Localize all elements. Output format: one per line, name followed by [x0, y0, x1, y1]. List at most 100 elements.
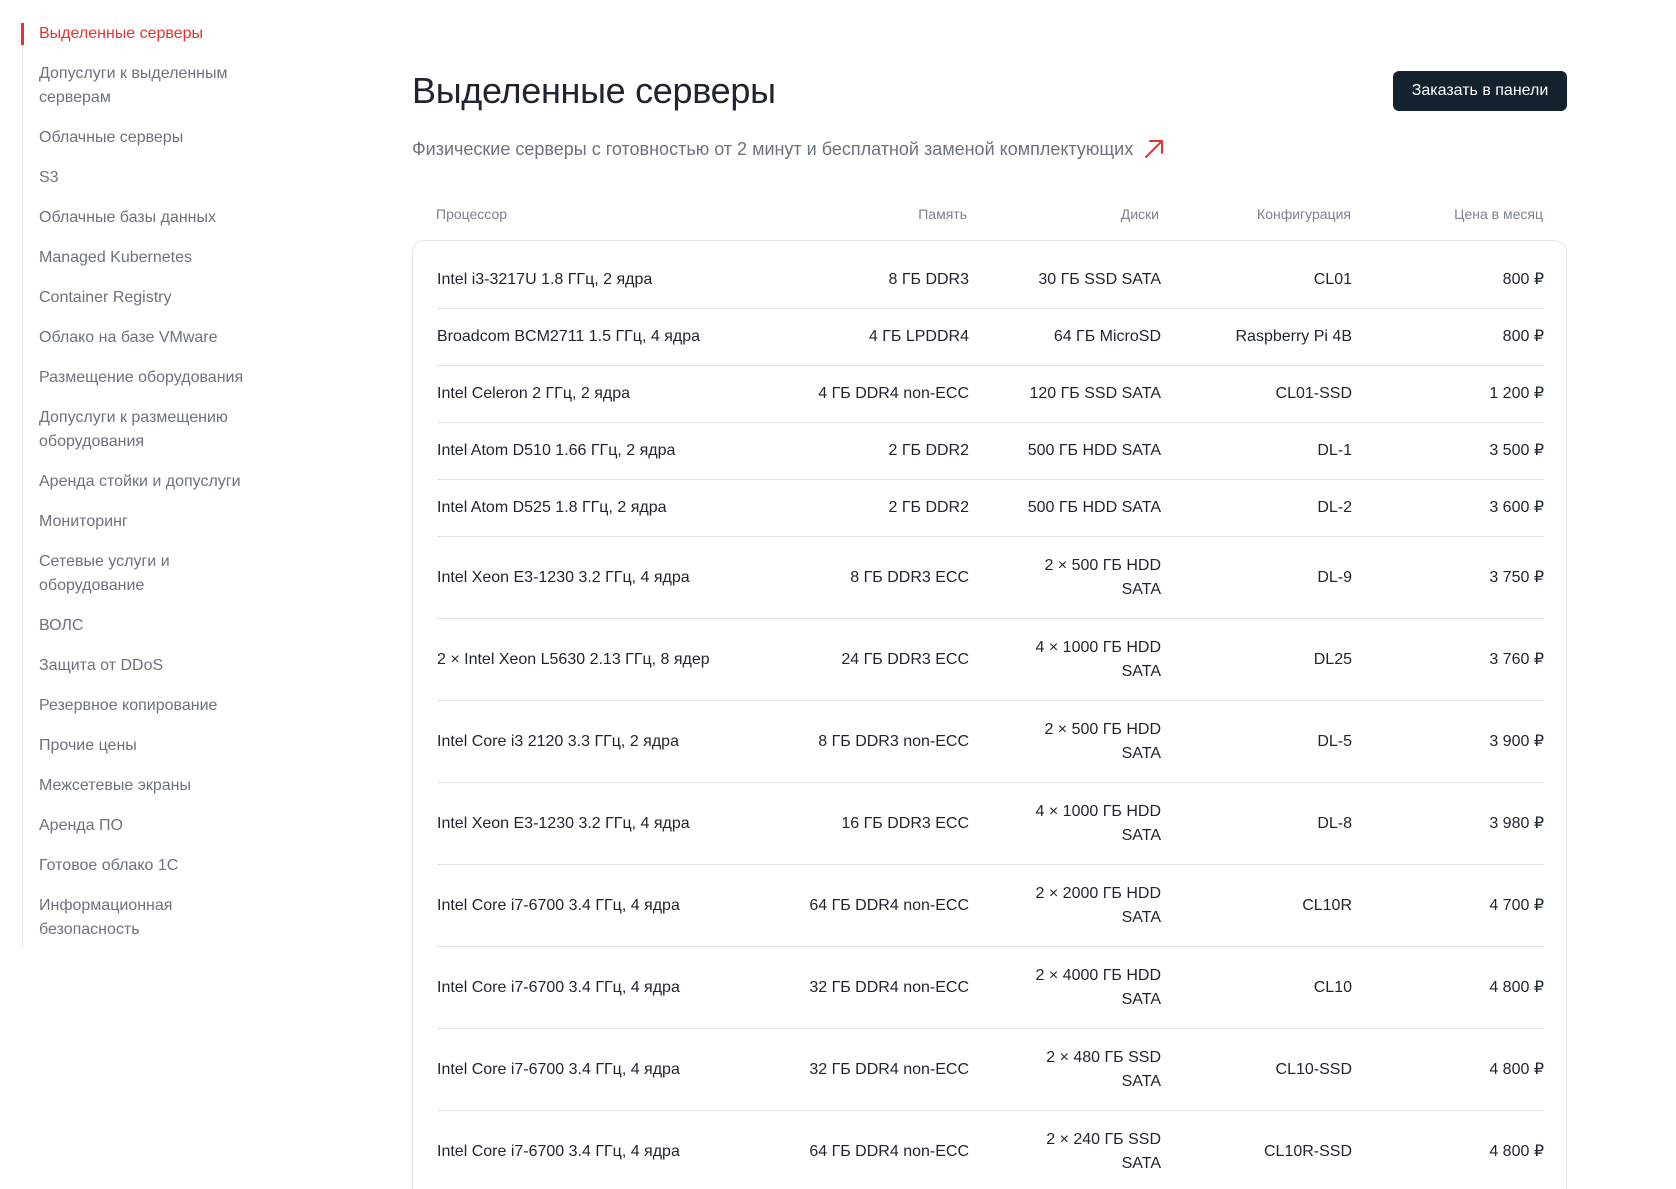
sidebar-item-dedicated-servers[interactable]: Выделенные серверы — [21, 22, 263, 46]
cell-config: CL10R-SSD — [1263, 1142, 1352, 1160]
cell-disks: 2 × 500 ГБ HDD SATA — [1044, 556, 1161, 598]
sidebar-item-monitoring[interactable]: Мониторинг — [23, 510, 263, 534]
table-row[interactable]: Intel Atom D510 1.66 ГГц, 2 ядра 2 ГБ DDR… — [437, 423, 1544, 480]
cell-disks: 2 × 240 ГБ SSD SATA — [1046, 1130, 1161, 1172]
page-title: Выделенные серверы — [412, 70, 776, 111]
cell-disks: 2 × 2000 ГБ HDD SATA — [1035, 884, 1161, 926]
table-header: Процессор Память Диски Конфигурация Цена… — [412, 200, 1567, 228]
cell-cpu: Intel Celeron 2 ГГц, 2 ядра — [437, 385, 631, 402]
cell-cpu: Intel Atom D510 1.66 ГГц, 2 ядра — [437, 442, 676, 459]
column-header-disks: Диски — [1120, 206, 1159, 222]
cell-config: DL-1 — [1317, 442, 1352, 459]
sidebar-item-firewalls[interactable]: Межсетевые экраны — [23, 774, 263, 798]
cell-cpu: Intel i3-3217U 1.8 ГГц, 2 ядра — [437, 271, 653, 288]
cell-price: 3 900 ₽ — [1489, 732, 1544, 750]
cell-cpu: Intel Core i7-6700 3.4 ГГц, 4 ядра — [437, 978, 680, 996]
cell-cpu: Intel Atom D525 1.8 ГГц, 2 ядра — [437, 499, 667, 516]
sidebar-nav: Выделенные серверы Допуслуги к выделенны… — [21, 22, 282, 947]
table-row[interactable]: Intel Celeron 2 ГГц, 2 ядра 4 ГБ DDR4 non… — [437, 366, 1544, 423]
cell-price: 4 800 ₽ — [1489, 1142, 1544, 1160]
cell-cpu: Intel Xeon E3-1230 3.2 ГГц, 4 ядра — [437, 814, 690, 832]
cell-cpu: Intel Core i3 2120 3.3 ГГц, 2 ядра — [437, 732, 679, 750]
column-header-memory: Память — [918, 206, 967, 222]
cell-config: CL01-SSD — [1275, 385, 1352, 402]
cell-disks: 4 × 1000 ГБ HDD SATA — [1035, 802, 1161, 844]
cell-price: 3 750 ₽ — [1489, 568, 1544, 586]
page: Выделенные серверы Допуслуги к выделенны… — [0, 0, 1676, 1189]
sidebar-item-colocation[interactable]: Размещение оборудования — [23, 366, 263, 390]
sidebar-item-other-prices[interactable]: Прочие цены — [23, 734, 263, 758]
table-row[interactable]: 2 × Intel Xeon L5630 2.13 ГГц, 8 ядер 24 … — [437, 619, 1544, 701]
cell-memory: 64 ГБ DDR4 non-ECC — [809, 1142, 969, 1160]
cell-disks: 2 × 4000 ГБ HDD SATA — [1035, 966, 1161, 1008]
sidebar-item-cloud-servers[interactable]: Облачные серверы — [23, 126, 263, 150]
cell-price: 1 200 ₽ — [1489, 385, 1544, 402]
cell-config: DL-5 — [1317, 732, 1352, 750]
cell-price: 3 600 ₽ — [1489, 499, 1544, 516]
cell-disks: 120 ГБ SSD SATA — [1029, 385, 1161, 402]
cell-memory: 8 ГБ DDR3 non-ECC — [818, 732, 969, 750]
column-header-config: Конфигурация — [1257, 206, 1351, 222]
table-row[interactable]: Intel Core i7-6700 3.4 ГГц, 4 ядра 64 ГБ … — [437, 865, 1544, 947]
cell-memory: 8 ГБ DDR3 — [888, 271, 969, 288]
table-row[interactable]: Intel Atom D525 1.8 ГГц, 2 ядра 2 ГБ DDR2… — [437, 480, 1544, 537]
table-row[interactable]: Intel Xeon E3-1230 3.2 ГГц, 4 ядра 16 ГБ … — [437, 783, 1544, 865]
sidebar-item-cloud-databases[interactable]: Облачные базы данных — [23, 206, 263, 230]
sidebar-item-container-registry[interactable]: Container Registry — [23, 286, 263, 310]
cell-price: 4 800 ₽ — [1489, 978, 1544, 996]
column-header-cpu: Процессор — [436, 206, 508, 222]
cell-config: CL10-SSD — [1275, 1060, 1352, 1078]
sidebar-item-fiber[interactable]: ВОЛС — [23, 614, 263, 638]
sidebar-item-software-rental[interactable]: Аренда ПО — [23, 814, 263, 838]
column-header-price: Цена в месяц — [1454, 206, 1543, 222]
servers-table: Intel i3-3217U 1.8 ГГц, 2 ядра 8 ГБ DDR3 3… — [412, 240, 1567, 1189]
cell-config: DL-2 — [1317, 499, 1352, 516]
table-row[interactable]: Intel i3-3217U 1.8 ГГц, 2 ядра 8 ГБ DDR3 3… — [437, 252, 1544, 309]
table-row[interactable]: Intel Xeon E3-1230 3.2 ГГц, 4 ядра 8 ГБ D… — [437, 537, 1544, 619]
cell-cpu: Intel Core i7-6700 3.4 ГГц, 4 ядра — [437, 1142, 680, 1160]
sidebar-item-backup[interactable]: Резервное копирование — [23, 694, 263, 718]
cell-memory: 8 ГБ DDR3 ECC — [850, 568, 969, 586]
cell-disks: 2 × 500 ГБ HDD SATA — [1044, 720, 1161, 762]
sidebar-item-s3[interactable]: S3 — [23, 166, 263, 190]
sidebar-item-ddos-protection[interactable]: Защита от DDoS — [23, 654, 263, 678]
sidebar-item-1c-cloud[interactable]: Готовое облако 1С — [23, 854, 263, 878]
sidebar-item-vmware-cloud[interactable]: Облако на базе VMware — [23, 326, 263, 350]
cell-cpu: Intel Core i7-6700 3.4 ГГц, 4 ядра — [437, 1060, 680, 1078]
sidebar-item-rack-rental[interactable]: Аренда стойки и допуслуги — [23, 470, 263, 494]
sidebar-item-infosec[interactable]: Информационная безопасность — [23, 894, 263, 942]
cell-config: CL10R — [1302, 896, 1352, 914]
cell-cpu: Intel Core i7-6700 3.4 ГГц, 4 ядра — [437, 896, 680, 914]
cell-disks: 500 ГБ HDD SATA — [1027, 499, 1161, 516]
table-row[interactable]: Intel Core i7-6700 3.4 ГГц, 4 ядра 64 ГБ … — [437, 1111, 1544, 1189]
table-row[interactable]: Broadcom BCM2711 1.5 ГГц, 4 ядра 4 ГБ LPD… — [437, 309, 1544, 366]
cell-memory: 64 ГБ DDR4 non-ECC — [809, 896, 969, 914]
table-row[interactable]: Intel Core i7-6700 3.4 ГГц, 4 ядра 32 ГБ … — [437, 947, 1544, 1029]
cell-config: Raspberry Pi 4B — [1235, 328, 1353, 345]
cell-config: DL-8 — [1317, 814, 1352, 832]
cell-disks: 4 × 1000 ГБ HDD SATA — [1035, 638, 1161, 680]
cell-config: CL01 — [1313, 271, 1352, 288]
sidebar-item-colocation-addons[interactable]: Допуслуги к размещению оборудования — [23, 406, 263, 454]
sidebar-item-network-services[interactable]: Сетевые услуги и оборудование — [23, 550, 263, 598]
order-in-panel-button[interactable]: Заказать в панели — [1393, 71, 1567, 111]
cell-price: 4 800 ₽ — [1489, 1060, 1544, 1078]
sidebar-item-managed-kubernetes[interactable]: Managed Kubernetes — [23, 246, 263, 270]
cell-disks: 500 ГБ HDD SATA — [1027, 442, 1161, 459]
cell-config: DL25 — [1313, 650, 1352, 668]
subtitle-link[interactable]: Физические серверы с готовностью от 2 ми… — [412, 137, 1165, 161]
cell-disks: 64 ГБ MicroSD — [1053, 328, 1161, 345]
table-row[interactable]: Intel Core i7-6700 3.4 ГГц, 4 ядра 32 ГБ … — [437, 1029, 1544, 1111]
cell-price: 3 760 ₽ — [1489, 650, 1544, 668]
cell-cpu: Intel Xeon E3-1230 3.2 ГГц, 4 ядра — [437, 568, 690, 586]
cell-memory: 32 ГБ DDR4 non-ECC — [809, 1060, 969, 1078]
cell-memory: 32 ГБ DDR4 non-ECC — [809, 978, 969, 996]
cell-price: 4 700 ₽ — [1489, 896, 1544, 914]
cell-memory: 2 ГБ DDR2 — [888, 499, 969, 516]
external-arrow-icon — [1143, 138, 1165, 160]
table-row[interactable]: Intel Core i3 2120 3.3 ГГц, 2 ядра 8 ГБ D… — [437, 701, 1544, 783]
cell-disks: 2 × 480 ГБ SSD SATA — [1046, 1048, 1161, 1090]
sidebar-item-dedicated-addons[interactable]: Допуслуги к выделенным серверам — [23, 62, 263, 110]
cell-cpu: Broadcom BCM2711 1.5 ГГц, 4 ядра — [437, 328, 700, 345]
cell-memory: 4 ГБ LPDDR4 — [868, 328, 969, 345]
